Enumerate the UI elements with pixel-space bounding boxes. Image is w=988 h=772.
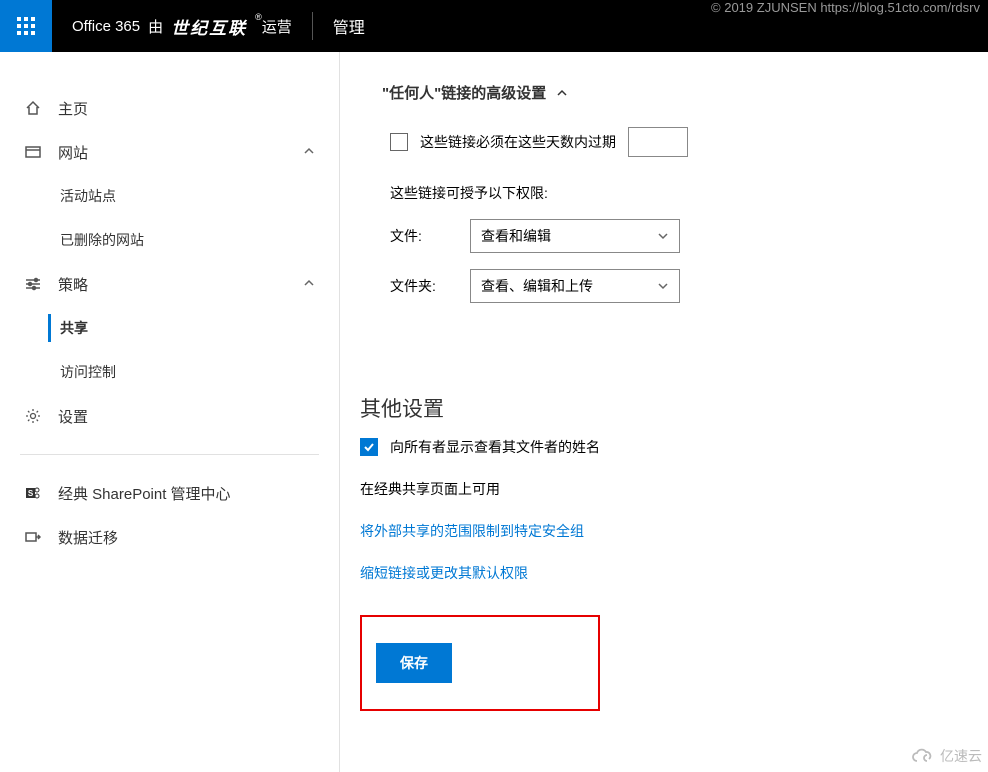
dropdown-value: 查看、编辑和上传 [481, 276, 593, 296]
classic-available-text: 在经典共享页面上可用 [360, 479, 968, 499]
sidebar-item-deleted-sites[interactable]: 已删除的网站 [0, 218, 339, 262]
chevron-up-icon [303, 276, 315, 293]
sidebar-item-label: 已删除的网站 [60, 230, 144, 250]
chevron-up-icon [303, 144, 315, 161]
divider [20, 454, 319, 455]
brand-prefix: Office 365 [72, 18, 140, 35]
other-settings-heading: 其他设置 [360, 393, 968, 423]
sidebar-item-classic-sharepoint[interactable]: S 经典 SharePoint 管理中心 [0, 471, 339, 515]
sidebar-item-label: 策略 [58, 274, 88, 295]
app-title: 管理 [313, 14, 385, 38]
sidebar-item-label: 活动站点 [60, 186, 116, 206]
anyone-links-section-toggle[interactable]: "任何人"链接的高级设置 [382, 82, 968, 103]
sidebar: 主页 网站 活动站点 已删除的网站 策略 共享 [0, 52, 340, 772]
dropdown-value: 查看和编辑 [481, 226, 551, 246]
sidebar-item-migration[interactable]: 数据迁移 [0, 515, 339, 559]
brand: Office 365 由 世纪互联 ®运营 [52, 14, 312, 39]
home-icon [24, 100, 42, 116]
expire-checkbox[interactable] [390, 133, 408, 151]
folder-permissions-dropdown[interactable]: 查看、编辑和上传 [470, 269, 680, 303]
sidebar-item-home[interactable]: 主页 [0, 86, 339, 130]
brand-by: 由 [148, 16, 163, 37]
gear-icon [24, 408, 42, 424]
show-owner-checkbox[interactable] [360, 438, 378, 456]
brand-bold: 世纪互联 [171, 14, 247, 39]
watermark-text: 亿速云 [940, 746, 982, 766]
shorten-link[interactable]: 缩短链接或更改其默认权限 [360, 563, 968, 583]
section-title: "任何人"链接的高级设置 [382, 82, 546, 103]
sidebar-item-policies[interactable]: 策略 [0, 262, 339, 306]
svg-text:S: S [28, 489, 34, 498]
sidebar-item-access-control[interactable]: 访问控制 [0, 350, 339, 394]
save-button[interactable]: 保存 [376, 643, 452, 683]
folder-label: 文件夹: [390, 276, 446, 296]
sidebar-item-label: 主页 [58, 98, 88, 119]
watermark-bottom: 亿速云 [910, 746, 982, 766]
sidebar-item-label: 访问控制 [60, 362, 116, 382]
migration-icon [24, 529, 42, 545]
brand-suffix: 运营 [262, 19, 292, 36]
sidebar-item-label: 设置 [58, 406, 88, 427]
show-owner-label: 向所有者显示查看其文件者的姓名 [390, 437, 600, 457]
chevron-up-icon [556, 87, 568, 99]
cloud-icon [910, 747, 936, 765]
waffle-icon [17, 17, 35, 35]
app-launcher[interactable] [0, 0, 52, 52]
file-permissions-dropdown[interactable]: 查看和编辑 [470, 219, 680, 253]
sidebar-item-label: 数据迁移 [58, 527, 118, 548]
sidebar-item-label: 经典 SharePoint 管理中心 [58, 483, 231, 504]
sites-icon [24, 144, 42, 160]
expire-days-input[interactable] [628, 127, 688, 157]
sidebar-item-label: 网站 [58, 142, 88, 163]
limit-external-link[interactable]: 将外部共享的范围限制到特定安全组 [360, 521, 968, 541]
permissions-intro: 这些链接可授予以下权限: [390, 183, 968, 203]
chevron-down-icon [657, 230, 669, 242]
sidebar-item-label: 共享 [60, 318, 88, 338]
sidebar-item-settings[interactable]: 设置 [0, 394, 339, 438]
chevron-down-icon [657, 280, 669, 292]
sidebar-item-sites[interactable]: 网站 [0, 130, 339, 174]
policies-icon [24, 276, 42, 292]
watermark-top: © 2019 ZJUNSEN https://blog.51cto.com/rd… [711, 0, 980, 15]
highlight-box: 保存 [360, 615, 600, 711]
file-label: 文件: [390, 226, 446, 246]
expire-label: 这些链接必须在这些天数内过期 [420, 132, 616, 152]
main-content: "任何人"链接的高级设置 这些链接必须在这些天数内过期 这些链接可授予以下权限:… [340, 52, 988, 772]
sidebar-item-active-sites[interactable]: 活动站点 [0, 174, 339, 218]
sidebar-item-sharing[interactable]: 共享 [0, 306, 339, 350]
check-icon [363, 441, 375, 453]
sharepoint-icon: S [24, 485, 42, 501]
